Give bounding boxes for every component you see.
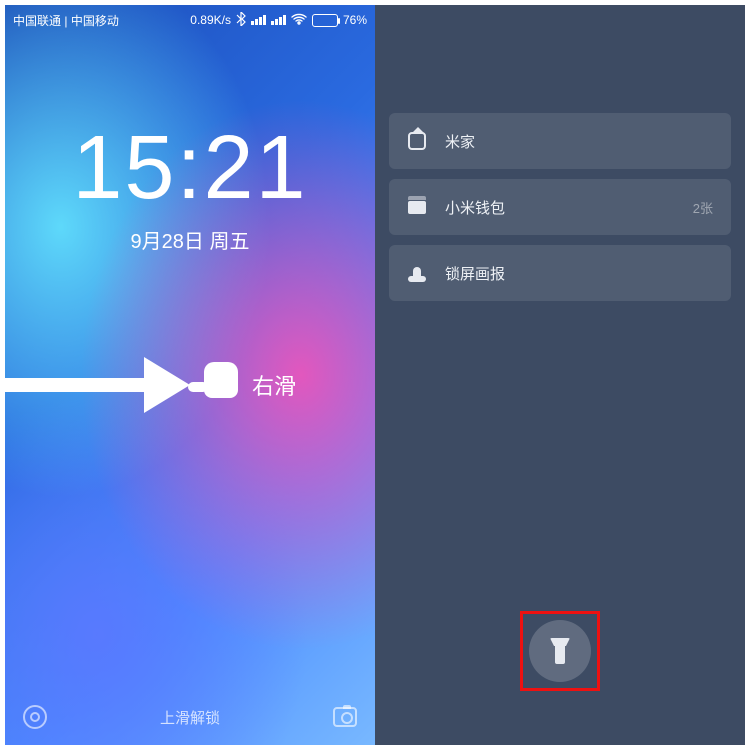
signal-bars-1-icon bbox=[251, 15, 266, 25]
arrow-head-icon bbox=[144, 357, 190, 413]
card-mijia[interactable]: 米家 bbox=[389, 113, 731, 169]
flashlight-button[interactable] bbox=[529, 620, 591, 682]
mi-home-icon bbox=[407, 131, 427, 151]
net-speed: 0.89K/s bbox=[190, 13, 231, 27]
card-label: 小米钱包 bbox=[445, 197, 505, 218]
magazine-icon bbox=[407, 263, 427, 283]
carrier-1: 中国联通 bbox=[13, 14, 61, 28]
flashlight-highlight bbox=[520, 611, 600, 691]
card-badge: 2张 bbox=[693, 198, 713, 217]
card-label: 米家 bbox=[445, 131, 475, 152]
status-bar: 中国联通 | 中国移动 0.89K/s 76% bbox=[5, 5, 375, 35]
unlock-hint: 上滑解锁 bbox=[160, 707, 220, 728]
swipe-right-label: 右滑 bbox=[252, 369, 296, 401]
bluetooth-icon bbox=[236, 12, 246, 29]
lock-screen: 中国联通 | 中国移动 0.89K/s 76% 15:21 9月28日 周五 bbox=[5, 5, 375, 745]
arrow-shaft-icon bbox=[5, 378, 145, 392]
camera-button[interactable] bbox=[333, 707, 357, 727]
card-wallet[interactable]: 小米钱包 2张 bbox=[389, 179, 731, 235]
battery-icon bbox=[312, 14, 338, 27]
battery-percent: 76% bbox=[343, 13, 367, 27]
fist-icon bbox=[198, 362, 238, 408]
swipe-right-annotation: 右滑 bbox=[5, 357, 296, 413]
signal-bars-2-icon bbox=[271, 15, 286, 25]
lock-date: 9月28日 周五 bbox=[5, 225, 375, 254]
theme-button[interactable] bbox=[23, 705, 47, 729]
card-lockscreen-magazine[interactable]: 锁屏画报 bbox=[389, 245, 731, 301]
carrier-label: 中国联通 | 中国移动 bbox=[13, 12, 119, 29]
card-label: 锁屏画报 bbox=[445, 263, 505, 284]
shortcut-screen: 米家 小米钱包 2张 锁屏画报 bbox=[375, 5, 745, 745]
flashlight-icon bbox=[553, 638, 567, 664]
carrier-2: 中国移动 bbox=[71, 14, 119, 28]
wifi-icon bbox=[291, 13, 307, 28]
wallet-icon bbox=[407, 197, 427, 217]
lock-clock: 15:21 bbox=[5, 123, 375, 213]
